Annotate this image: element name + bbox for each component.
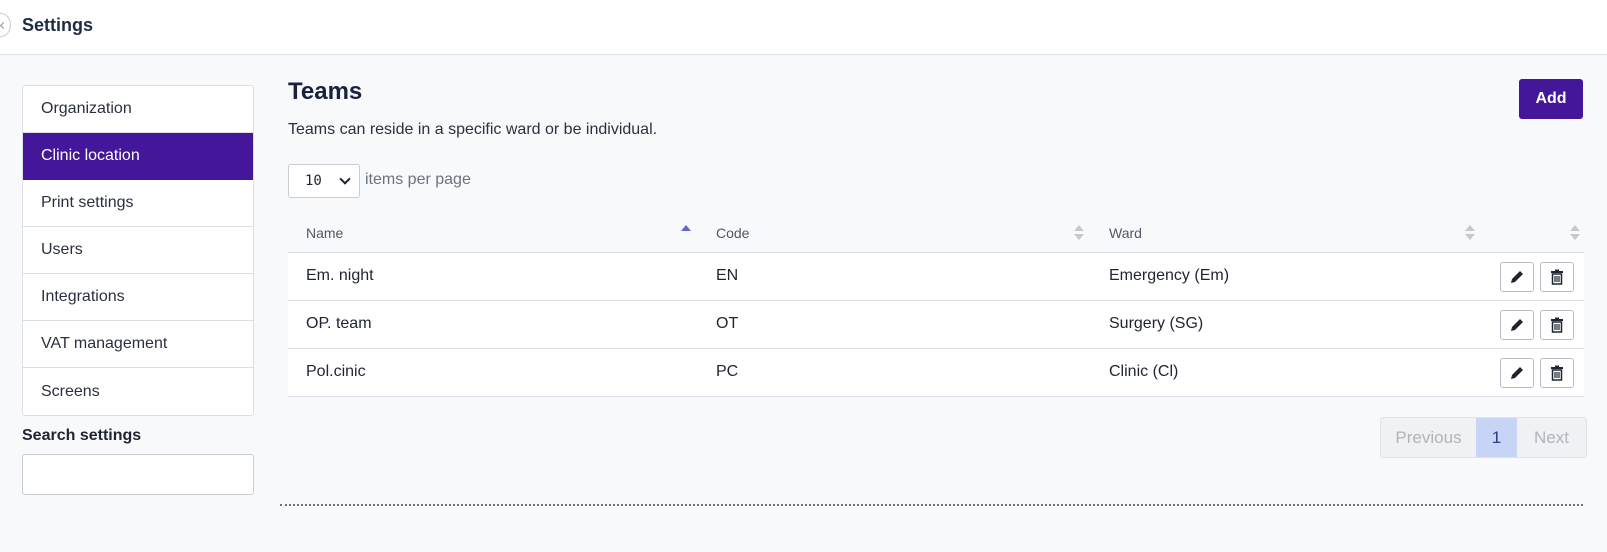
table-header: Name Code Ward — [288, 213, 1584, 253]
edit-button[interactable] — [1500, 358, 1534, 388]
trash-icon — [1551, 317, 1563, 333]
edit-button[interactable] — [1500, 310, 1534, 340]
sidebar-item-print-settings[interactable]: Print settings — [23, 180, 253, 227]
column-header-name[interactable]: Name — [306, 225, 343, 241]
column-header-ward[interactable]: Ward — [1109, 225, 1142, 241]
page-description: Teams can reside in a specific ward or b… — [288, 121, 658, 138]
page-1-button[interactable]: 1 — [1476, 418, 1517, 457]
cell-code: PC — [716, 363, 739, 380]
delete-button[interactable] — [1540, 262, 1574, 292]
trash-icon — [1551, 365, 1563, 381]
cell-name: OP. team — [306, 315, 372, 332]
collapse-icon[interactable] — [0, 13, 11, 37]
cell-name: Pol.cinic — [306, 363, 366, 380]
cell-ward: Clinic (Cl) — [1109, 363, 1179, 380]
settings-menu: Organization Clinic location Print setti… — [22, 85, 254, 416]
page-size-select[interactable]: 10 — [288, 164, 360, 198]
column-header-code[interactable]: Code — [716, 225, 749, 241]
search-settings-label: Search settings — [22, 427, 142, 444]
delete-button[interactable] — [1540, 358, 1574, 388]
cell-name: Em. night — [306, 267, 374, 284]
sidebar-item-users[interactable]: Users — [23, 227, 253, 274]
page-header-title: Settings — [22, 15, 94, 35]
chevron-down-icon — [339, 173, 351, 185]
sidebar-item-clinic-location[interactable]: Clinic location — [23, 133, 253, 180]
cell-ward: Surgery (SG) — [1109, 315, 1204, 332]
sort-icon[interactable] — [1465, 223, 1475, 243]
pencil-icon — [1511, 319, 1523, 331]
search-settings-input[interactable] — [22, 454, 254, 495]
page-title: Teams — [288, 78, 363, 105]
top-bar: Settings — [0, 0, 1607, 55]
teams-table: Name Code Ward Em. night EN Emergency (E… — [288, 213, 1584, 397]
sort-icon[interactable] — [1570, 223, 1580, 243]
page-size-value: 10 — [305, 173, 322, 189]
pagination: Previous 1 Next — [1380, 417, 1587, 458]
sidebar-item-vat-management[interactable]: VAT management — [23, 321, 253, 368]
section-divider — [280, 504, 1583, 506]
sort-icon[interactable] — [1074, 223, 1084, 243]
cell-code: EN — [716, 267, 739, 284]
previous-page-button[interactable]: Previous — [1381, 418, 1476, 457]
pencil-icon — [1511, 367, 1523, 379]
cell-ward: Emergency (Em) — [1109, 267, 1230, 284]
sidebar-item-organization[interactable]: Organization — [23, 86, 253, 133]
sidebar-item-integrations[interactable]: Integrations — [23, 274, 253, 321]
table-row: Em. night EN Emergency (Em) — [288, 253, 1584, 301]
sort-ascending-icon[interactable] — [681, 223, 691, 243]
add-button[interactable]: Add — [1519, 79, 1583, 119]
table-row: Pol.cinic PC Clinic (Cl) — [288, 349, 1584, 397]
delete-button[interactable] — [1540, 310, 1574, 340]
page-size-label: items per page — [365, 171, 471, 188]
sidebar-item-screens[interactable]: Screens — [23, 368, 253, 415]
cell-code: OT — [716, 315, 739, 332]
next-page-button[interactable]: Next — [1517, 418, 1586, 457]
table-row: OP. team OT Surgery (SG) — [288, 301, 1584, 349]
edit-button[interactable] — [1500, 262, 1534, 292]
pencil-icon — [1511, 271, 1523, 283]
trash-icon — [1551, 269, 1563, 285]
